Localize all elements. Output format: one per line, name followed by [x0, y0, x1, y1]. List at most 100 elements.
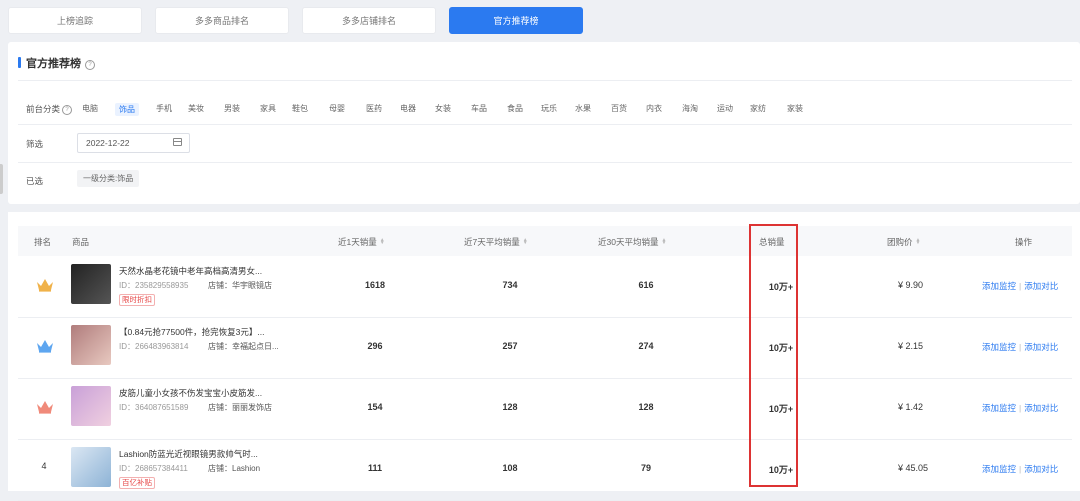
- add-monitor-link[interactable]: 添加监控: [982, 281, 1016, 291]
- shop-name: 店铺：幸福起点日...: [208, 342, 279, 351]
- category-item[interactable]: 家具: [260, 103, 276, 114]
- category-item[interactable]: 鞋包: [292, 103, 308, 114]
- help-icon[interactable]: ?: [85, 60, 95, 70]
- product-thumbnail[interactable]: [71, 325, 111, 365]
- product-id: ID：268657384411: [119, 464, 188, 473]
- panel-title: 官方推荐榜?: [18, 55, 95, 71]
- category-item[interactable]: 手机: [156, 103, 172, 114]
- add-monitor-link[interactable]: 添加监控: [982, 403, 1016, 413]
- sort-icon[interactable]: ▲ ▼: [380, 238, 385, 246]
- title-accent-bar: [18, 57, 21, 68]
- product-thumbnail[interactable]: [71, 264, 111, 304]
- product-thumbnail[interactable]: [71, 386, 111, 426]
- category-item[interactable]: 水果: [575, 103, 591, 114]
- category-item[interactable]: 家纺: [750, 103, 766, 114]
- group-price: ¥ 45.05: [898, 463, 929, 473]
- day1-sales: 154: [367, 402, 383, 412]
- action-separator: |: [1019, 464, 1022, 474]
- product-name[interactable]: 天然水晶老花镜中老年高档高清男女...: [119, 265, 279, 277]
- group-price: ¥ 1.42: [898, 402, 924, 412]
- shop-name: 店铺：丽丽发饰店: [208, 403, 272, 412]
- header-ops: 操作: [1015, 237, 1033, 247]
- day30-sales: 616: [638, 280, 654, 290]
- sort-icon[interactable]: ▲ ▼: [916, 238, 921, 246]
- date-value: 2022-12-22: [86, 138, 130, 148]
- category-item[interactable]: 美妆: [188, 103, 204, 114]
- crown-gold-icon: [36, 278, 53, 294]
- category-item[interactable]: 海淘: [682, 103, 698, 114]
- header-price[interactable]: 团购价 ▲ ▼: [887, 236, 920, 248]
- add-compare-link[interactable]: 添加对比: [1024, 403, 1058, 413]
- filter-panel: 官方推荐榜? 前台分类? 电脑 饰品 手机 美妆 男装 家具 鞋包 母婴 医药 电器 女装 车品 食品 玩…: [8, 42, 1080, 204]
- action-separator: |: [1019, 342, 1022, 352]
- divider: [18, 162, 1072, 163]
- product-id: ID：235829558935: [119, 281, 189, 290]
- product-thumbnail[interactable]: [71, 447, 111, 487]
- sort-icon[interactable]: ▲ ▼: [661, 238, 666, 246]
- add-monitor-link[interactable]: 添加监控: [982, 342, 1016, 352]
- product-id: ID：266483963814: [119, 342, 189, 351]
- row-actions: 添加监控 | 添加对比: [982, 402, 1058, 414]
- category-item[interactable]: 医药: [366, 103, 382, 114]
- ranking-table: 排名 商品 近1天销量 ▲ ▼ 近7天平均销量 ▲ ▼ 近30天平均销量 ▲ ▼ 总销量 团…: [8, 212, 1080, 501]
- sort-icon[interactable]: ▲ ▼: [523, 238, 528, 246]
- row-actions: 添加监控 | 添加对比: [982, 463, 1058, 475]
- selected-filter-chip[interactable]: 一级分类:饰品: [77, 170, 140, 187]
- action-separator: |: [1019, 281, 1022, 291]
- day7-sales: 734: [502, 280, 518, 290]
- day30-sales: 274: [638, 341, 654, 351]
- header-day7-sales[interactable]: 近7天平均销量 ▲ ▼: [464, 236, 528, 248]
- header-rank: 排名: [34, 237, 52, 247]
- day30-sales: 128: [638, 402, 654, 412]
- add-compare-link[interactable]: 添加对比: [1024, 464, 1058, 474]
- tab-product-rank[interactable]: 多多商品排名: [155, 7, 289, 34]
- category-item[interactable]: 家装: [787, 103, 803, 114]
- action-separator: |: [1019, 403, 1022, 413]
- day7-sales: 128: [502, 402, 518, 412]
- date-picker[interactable]: 2022-12-22: [77, 133, 190, 153]
- crown-blue-icon: [36, 339, 53, 355]
- table-row: 皮筋儿童小女孩不伤发宝宝小皮筋发... ID：364087651589 店铺：丽丽发…: [18, 378, 1072, 440]
- product-name[interactable]: 皮筋儿童小女孩不伤发宝宝小皮筋发...: [119, 387, 279, 399]
- tab-official-recommend[interactable]: 官方推荐榜: [449, 7, 583, 34]
- category-item[interactable]: 玩乐: [541, 103, 557, 114]
- day1-sales: 1618: [364, 280, 386, 290]
- day7-sales: 257: [502, 341, 518, 351]
- group-price: ¥ 9.90: [898, 280, 924, 290]
- category-item[interactable]: 电脑: [82, 103, 98, 114]
- category-item[interactable]: 车品: [471, 103, 487, 114]
- category-item[interactable]: 电器: [400, 103, 416, 114]
- category-item[interactable]: 百货: [611, 103, 627, 114]
- add-monitor-link[interactable]: 添加监控: [982, 464, 1016, 474]
- add-compare-link[interactable]: 添加对比: [1024, 281, 1058, 291]
- product-name[interactable]: Lashion防蓝光近视眼镜男款帅气时...: [119, 448, 279, 460]
- divider: [18, 124, 1072, 125]
- category-item[interactable]: 内衣: [646, 103, 662, 114]
- product-id: ID：364087651589: [119, 403, 189, 412]
- tab-shop-rank[interactable]: 多多店铺排名: [302, 7, 436, 34]
- category-item[interactable]: 母婴: [329, 103, 345, 114]
- day30-sales: 79: [640, 463, 651, 473]
- promo-tag: 限时折扣: [119, 294, 155, 306]
- table-row: 天然水晶老花镜中老年高档高清男女... ID：235829558935 店铺：华宇眼…: [18, 256, 1072, 318]
- calendar-icon: [173, 138, 182, 146]
- category-item[interactable]: 女装: [435, 103, 451, 114]
- day7-sales: 108: [502, 463, 518, 473]
- category-item[interactable]: 男装: [224, 103, 240, 114]
- header-day30-sales[interactable]: 近30天平均销量 ▲ ▼: [598, 236, 666, 248]
- category-help-icon[interactable]: ?: [62, 105, 73, 115]
- add-compare-link[interactable]: 添加对比: [1024, 342, 1058, 352]
- category-item[interactable]: 运动: [717, 103, 733, 114]
- category-item[interactable]: 食品: [507, 103, 523, 114]
- row-actions: 添加监控 | 添加对比: [982, 341, 1058, 353]
- rank-number: 4: [41, 461, 47, 471]
- group-price: ¥ 2.15: [898, 341, 924, 351]
- tab-rank-tracking[interactable]: 上榜追踪: [8, 7, 142, 34]
- side-handle[interactable]: [0, 164, 3, 194]
- panel-title-text: 官方推荐榜: [26, 58, 81, 70]
- shop-name: 店铺：Lashion: [208, 464, 261, 473]
- product-name[interactable]: 【0.84元抢77500件，抢完恢复3元】...: [119, 326, 279, 338]
- category-item[interactable]: 饰品: [115, 103, 139, 116]
- promo-tag: 百亿补贴: [119, 477, 155, 489]
- header-day1-sales[interactable]: 近1天销量 ▲ ▼: [338, 236, 385, 248]
